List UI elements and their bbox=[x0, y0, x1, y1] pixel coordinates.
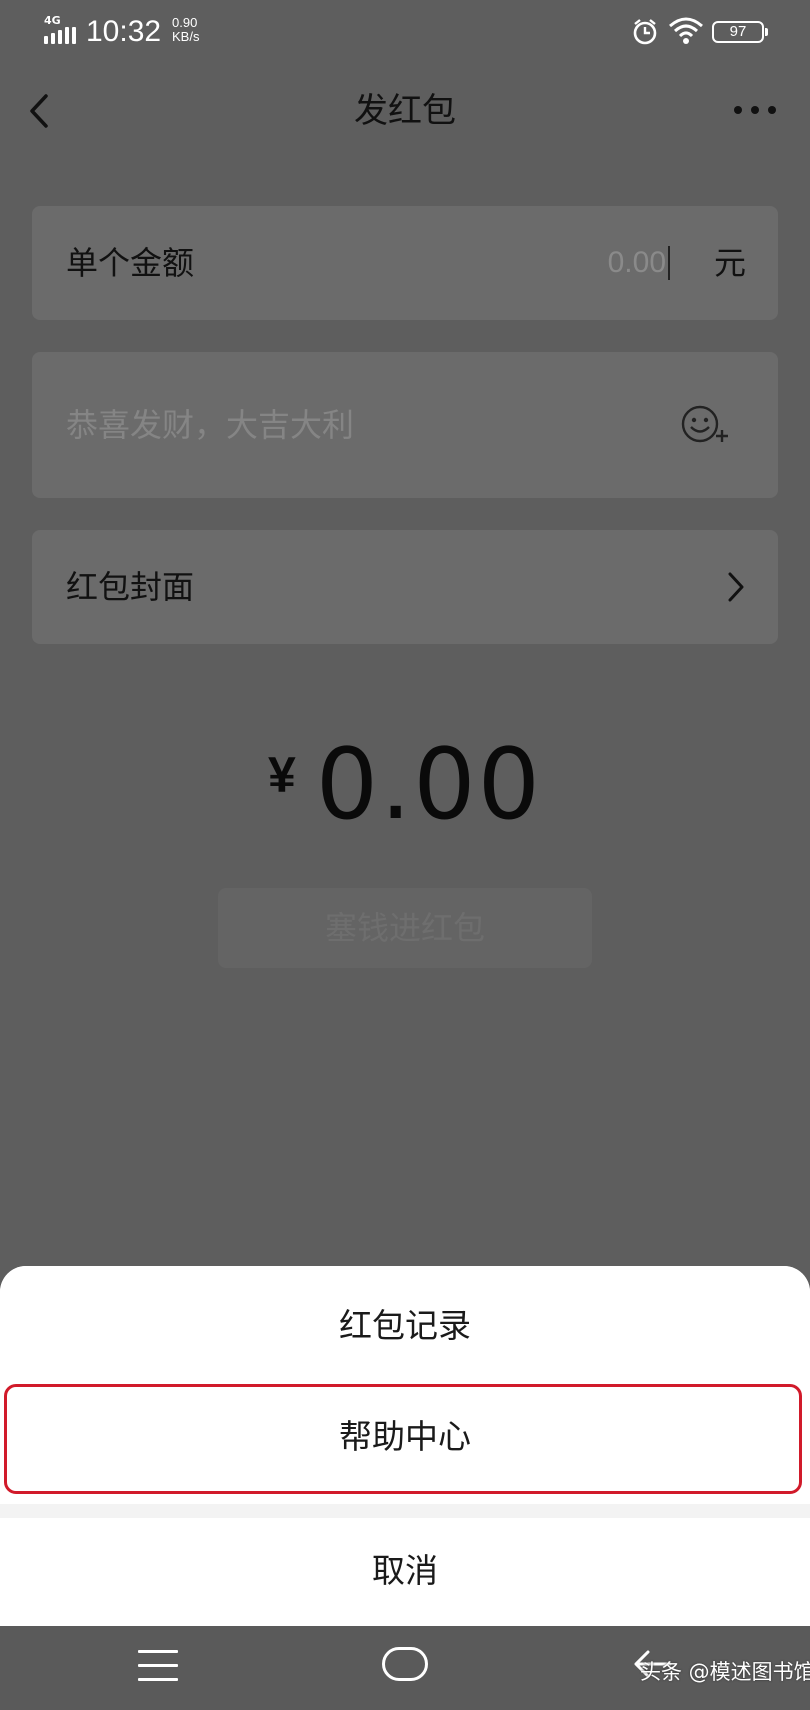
signal-icon: 4G bbox=[44, 14, 78, 44]
clock: 10:32 bbox=[86, 15, 162, 48]
chevron-right-icon bbox=[728, 572, 744, 602]
text-cursor bbox=[668, 246, 670, 280]
page-title: 发红包 bbox=[354, 91, 456, 131]
amount-label: 单个金额 bbox=[66, 244, 195, 282]
submit-button[interactable]: 塞钱进红包 bbox=[218, 888, 592, 968]
status-bar: 4G 10:32 0.90 KB/s 97 bbox=[0, 0, 810, 64]
highlight-outline bbox=[4, 1384, 802, 1494]
menu-item-redpacket-record[interactable]: 红包记录 bbox=[0, 1266, 810, 1378]
more-dots-icon[interactable] bbox=[730, 94, 780, 124]
wifi-icon bbox=[669, 17, 703, 44]
alarm-icon bbox=[633, 19, 657, 45]
amount-input[interactable]: 0.00 bbox=[608, 206, 666, 320]
network-type-label: 4G bbox=[44, 14, 61, 27]
total-amount: ¥0.00 bbox=[0, 730, 810, 840]
nav-bar: 发红包 bbox=[0, 64, 810, 160]
currency-symbol: ¥ bbox=[267, 747, 296, 803]
watermark-text: 头条 @模述图书馆 bbox=[640, 1660, 810, 1684]
battery-icon: 97 bbox=[712, 21, 768, 43]
total-amount-value: 0.00 bbox=[315, 728, 542, 842]
greeting-card[interactable]: 恭喜发财，大吉大利 bbox=[32, 352, 778, 498]
amount-unit: 元 bbox=[713, 244, 746, 282]
system-nav-bar: 头条 @模述图书馆 bbox=[0, 1626, 810, 1710]
speed-unit: KB/s bbox=[172, 29, 200, 44]
home-icon[interactable] bbox=[382, 1647, 428, 1681]
menu-icon[interactable] bbox=[138, 1648, 178, 1684]
sheet-divider bbox=[0, 1504, 810, 1518]
network-speed: 0.90 KB/s bbox=[172, 16, 199, 44]
emoji-add-icon[interactable] bbox=[680, 402, 730, 446]
speed-value: 0.90 bbox=[172, 15, 198, 30]
action-sheet: 红包记录 帮助中心 取消 bbox=[0, 1266, 810, 1630]
cancel-button[interactable]: 取消 bbox=[0, 1518, 810, 1630]
amount-card: 单个金额 0.00 元 bbox=[32, 206, 778, 320]
cover-label: 红包封面 bbox=[66, 568, 195, 606]
greeting-input[interactable]: 恭喜发财，大吉大利 bbox=[66, 352, 354, 498]
cover-card[interactable]: 红包封面 bbox=[32, 530, 778, 644]
